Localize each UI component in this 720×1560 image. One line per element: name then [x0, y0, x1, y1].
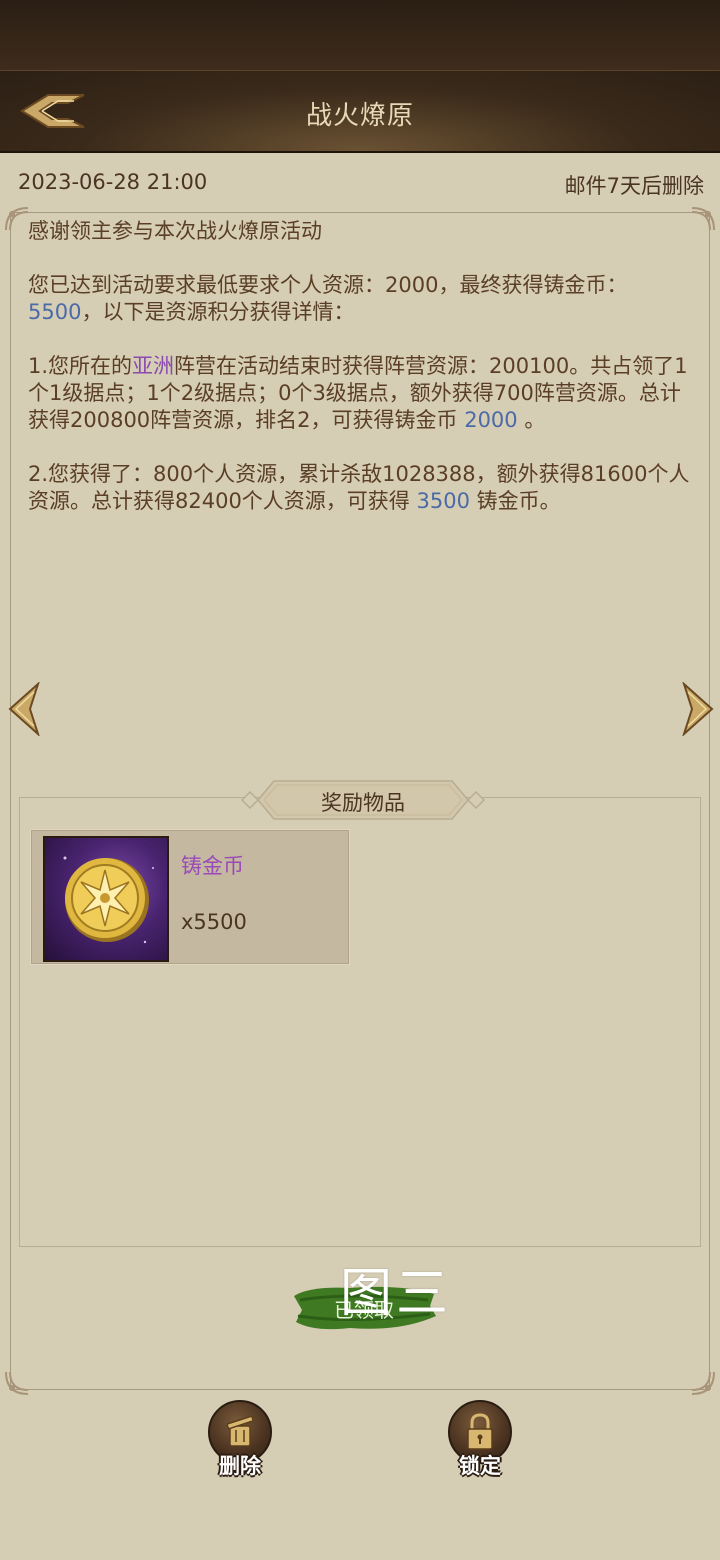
delete-label: 删除: [219, 1454, 261, 1478]
reward-item-name: 铸金币: [181, 854, 244, 878]
total-coin-value: 5500: [28, 300, 82, 324]
mail-greeting: 感谢领主参与本次战火燎原活动: [28, 219, 322, 243]
mail-paragraph-2: 1.您所在的亚洲阵营在活动结束时获得阵营资源：200100。共占领了1个1级据点…: [28, 354, 688, 432]
faction-coin-value: 2000: [464, 408, 518, 432]
personal-coin-value: 3500: [416, 489, 470, 513]
delete-button[interactable]: 删除: [195, 1398, 285, 1482]
faction-name: 亚洲: [132, 354, 175, 378]
prev-mail-button[interactable]: [6, 680, 42, 738]
page-title: 战火燎原: [305, 101, 414, 131]
mail-paragraph-1: 您已达到活动要求最低要求个人资源：2000，最终获得铸金币：5500，以下是资源…: [28, 273, 628, 324]
corner-ornament-icon: [5, 207, 29, 231]
mail-paragraph-3: 2.您获得了：800个人资源，累计杀敌1028388，额外获得81600个人资源…: [28, 462, 690, 513]
header-bar: 战火燎原: [0, 70, 720, 153]
rewards-section-header: 奖励物品: [240, 779, 486, 821]
rewards-section-label: 奖励物品: [321, 791, 405, 815]
lock-button[interactable]: 锁定: [435, 1398, 525, 1482]
gold-coin-icon: [43, 836, 169, 962]
corner-ornament-icon: [5, 1371, 29, 1395]
status-bar-area: [0, 0, 720, 70]
mail-body: 感谢领主参与本次战火燎原活动 您已达到活动要求最低要求个人资源：2000，最终获…: [28, 218, 700, 542]
arrow-right-icon: [681, 680, 714, 738]
next-mail-button[interactable]: [680, 680, 716, 738]
watermark-text: 图三: [340, 1264, 453, 1324]
corner-ornament-icon: [691, 1371, 715, 1395]
mail-expire-note: 邮件7天后删除: [564, 174, 704, 198]
reward-item-card[interactable]: 铸金币 x5500: [30, 829, 350, 965]
lock-label: 锁定: [459, 1454, 501, 1478]
reward-item-count: x5500: [181, 910, 247, 934]
arrow-left-icon: [8, 680, 41, 738]
mail-date: 2023-06-28 21:00: [18, 170, 208, 194]
